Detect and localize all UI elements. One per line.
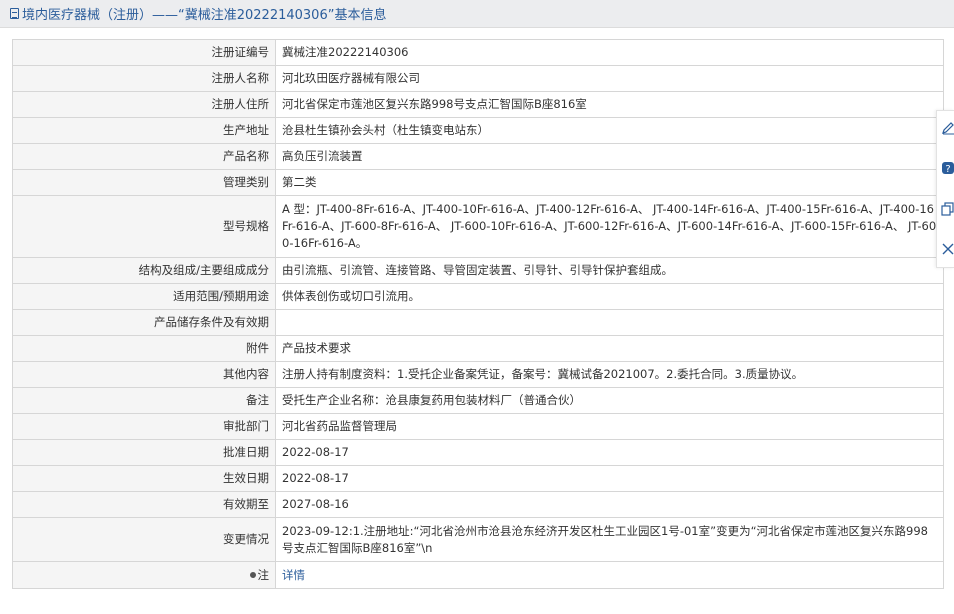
row-value: 由引流瓶、引流管、连接管路、导管固定装置、引导针、引导针保护套组成。 xyxy=(275,257,944,284)
row-label: 其他内容 xyxy=(12,361,276,388)
copy-icon[interactable] xyxy=(941,202,954,216)
row-label: 适用范围/预期用途 xyxy=(12,283,276,310)
table-row: 管理类别 第二类 xyxy=(12,169,944,196)
page-header: 境内医疗器械（注册）——“冀械注准20222140306”基本信息 xyxy=(0,0,954,28)
side-toolbar: ? xyxy=(936,110,954,268)
row-value: A 型：JT-400-8Fr-616-A、JT-400-10Fr-616-A、J… xyxy=(275,195,944,258)
help-icon[interactable]: ? xyxy=(941,161,954,175)
row-value: 高负压引流装置 xyxy=(275,143,944,170)
row-value: 供体表创伤或切口引流用。 xyxy=(275,283,944,310)
note-icon xyxy=(249,572,256,578)
close-icon[interactable] xyxy=(941,242,954,256)
edit-icon[interactable] xyxy=(941,121,954,135)
row-value: 产品技术要求 xyxy=(275,335,944,362)
row-value: 受托生产企业名称：沧县康复药用包装材料厂（普通合伙） xyxy=(275,387,944,414)
row-label: 生效日期 xyxy=(12,465,276,492)
row-value: 河北玖田医疗器械有限公司 xyxy=(275,65,944,92)
table-row: 批准日期 2022-08-17 xyxy=(12,439,944,466)
document-icon xyxy=(10,8,19,19)
row-label: 审批部门 xyxy=(12,413,276,440)
row-value: 河北省保定市莲池区复兴东路998号支点汇智国际B座816室 xyxy=(275,91,944,118)
row-label: 注册证编号 xyxy=(12,39,276,66)
row-value: 冀械注准20222140306 xyxy=(275,39,944,66)
table-row: 注册人名称 河北玖田医疗器械有限公司 xyxy=(12,65,944,92)
table-row: 产品名称 高负压引流装置 xyxy=(12,143,944,170)
page: 境内医疗器械（注册）——“冀械注准20222140306”基本信息 注册证编号 … xyxy=(0,0,954,614)
table-row: 变更情况 2023-09-12:1.注册地址:“河北省沧州市沧县沧东经济开发区杜… xyxy=(12,517,944,562)
row-label: 产品名称 xyxy=(12,143,276,170)
row-label: 批准日期 xyxy=(12,439,276,466)
detail-link[interactable]: 详情 xyxy=(282,568,305,582)
row-value: 注册人持有制度资料：1.受托企业备案凭证，备案号：冀械试备2021007。2.委… xyxy=(275,361,944,388)
table-row: 型号规格 A 型：JT-400-8Fr-616-A、JT-400-10Fr-61… xyxy=(12,195,944,258)
row-value: 2022-08-17 xyxy=(275,439,944,466)
page-title: 境内医疗器械（注册）——“冀械注准20222140306”基本信息 xyxy=(22,8,387,23)
table-row: 生产地址 沧县杜生镇孙会头村（杜生镇变电站东） xyxy=(12,117,944,144)
row-label: 附件 xyxy=(12,335,276,362)
table-row: 注册证编号 冀械注准20222140306 xyxy=(12,39,944,66)
row-value: 沧县杜生镇孙会头村（杜生镇变电站东） xyxy=(275,117,944,144)
row-label: 生产地址 xyxy=(12,117,276,144)
row-label: 型号规格 xyxy=(12,195,276,258)
row-label: 注册人住所 xyxy=(12,91,276,118)
table-row: 注册人住所 河北省保定市莲池区复兴东路998号支点汇智国际B座816室 xyxy=(12,91,944,118)
row-label: 变更情况 xyxy=(12,517,276,562)
table-row: 注 详情 xyxy=(12,561,944,589)
note-label: 注 xyxy=(257,567,270,582)
svg-text:?: ? xyxy=(945,164,950,175)
row-value: 河北省药品监督管理局 xyxy=(275,413,944,440)
row-label: 有效期至 xyxy=(12,491,276,518)
row-label: 管理类别 xyxy=(12,169,276,196)
table-row: 备注 受托生产企业名称：沧县康复药用包装材料厂（普通合伙） xyxy=(12,387,944,414)
table-row: 审批部门 河北省药品监督管理局 xyxy=(12,413,944,440)
row-value: 2023-09-12:1.注册地址:“河北省沧州市沧县沧东经济开发区杜生工业园区… xyxy=(275,517,944,562)
table-row: 附件 产品技术要求 xyxy=(12,335,944,362)
table-row: 有效期至 2027-08-16 xyxy=(12,491,944,518)
row-value: 2022-08-17 xyxy=(275,465,944,492)
info-table: 注册证编号 冀械注准20222140306 注册人名称 河北玖田医疗器械有限公司… xyxy=(12,39,944,589)
row-label: 结构及组成/主要组成成分 xyxy=(12,257,276,284)
table-row: 产品储存条件及有效期 xyxy=(12,309,944,336)
row-value xyxy=(275,309,944,336)
table-row: 适用范围/预期用途 供体表创伤或切口引流用。 xyxy=(12,283,944,310)
row-value: 第二类 xyxy=(275,169,944,196)
note-label-cell: 注 xyxy=(12,561,276,589)
table-row: 其他内容 注册人持有制度资料：1.受托企业备案凭证，备案号：冀械试备202100… xyxy=(12,361,944,388)
table-row: 结构及组成/主要组成成分 由引流瓶、引流管、连接管路、导管固定装置、引导针、引导… xyxy=(12,257,944,284)
row-label: 注册人名称 xyxy=(12,65,276,92)
row-value: 2027-08-16 xyxy=(275,491,944,518)
row-label: 备注 xyxy=(12,387,276,414)
table-row: 生效日期 2022-08-17 xyxy=(12,465,944,492)
row-label: 产品储存条件及有效期 xyxy=(12,309,276,336)
note-value-cell: 详情 xyxy=(275,561,944,589)
